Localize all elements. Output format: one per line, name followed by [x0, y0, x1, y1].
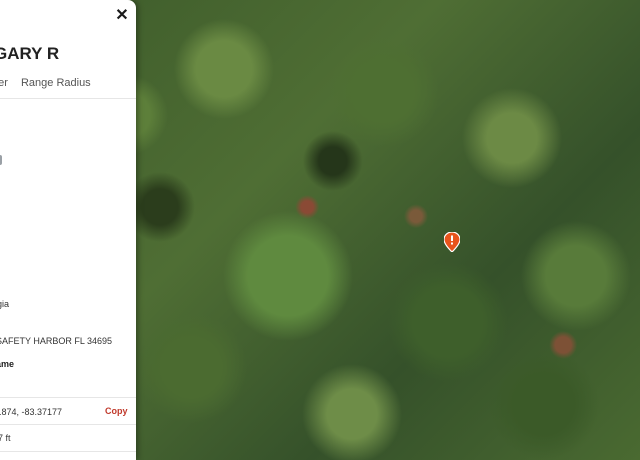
- mailing-address: SAFETY HARBOR FL 34695: [0, 336, 113, 346]
- property-info-panel: ✕ GARY R ner Range Radius rgia SAFETY HA…: [0, 0, 136, 460]
- panel-tabs: ner Range Radius: [0, 77, 101, 89]
- name-label: ame: [0, 359, 15, 369]
- state-value: rgia: [0, 299, 10, 309]
- location-pin-icon[interactable]: [444, 232, 460, 252]
- elevation-value: 7 ft: [0, 433, 11, 443]
- tab-range-radius[interactable]: Range Radius: [21, 77, 91, 89]
- edge-marker-icon: [0, 155, 2, 165]
- coordinates-value: 4.874, -83.37177: [0, 407, 63, 417]
- divider: [0, 397, 136, 398]
- divider: [0, 98, 136, 99]
- owner-name: GARY R: [0, 44, 60, 63]
- close-icon[interactable]: ✕: [115, 7, 128, 24]
- close-button[interactable]: ✕: [114, 8, 130, 24]
- copy-coordinates-button[interactable]: Copy: [105, 406, 128, 416]
- divider: [0, 424, 136, 425]
- tab-owner[interactable]: ner: [0, 77, 8, 89]
- divider: [0, 451, 136, 452]
